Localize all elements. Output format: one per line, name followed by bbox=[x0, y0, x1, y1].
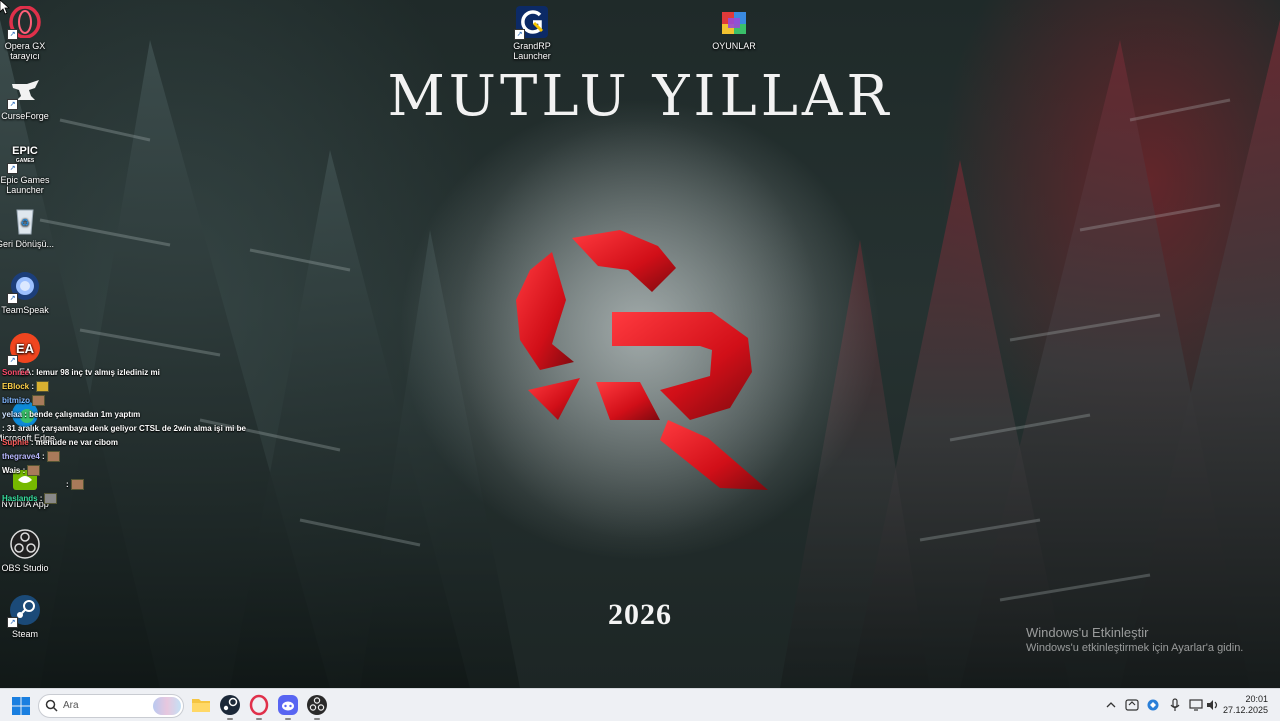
desktop-icon-label: Geri Dönüşü... bbox=[0, 239, 55, 249]
show-hidden-icons-chevron-icon[interactable] bbox=[1104, 698, 1118, 712]
chat-message: : 31 aralık çarşambaya denk geliyor CTSL… bbox=[2, 422, 322, 436]
desktop-icon-label: Epic Games Launcher bbox=[0, 175, 50, 195]
teamspeak-icon: ↗ bbox=[7, 270, 41, 304]
chat-user: thegrave4 bbox=[2, 452, 40, 461]
emote-icon bbox=[46, 451, 60, 463]
desktop-icon-oyunlar[interactable]: OYUNLAR bbox=[701, 6, 767, 51]
desktop-icon-obs[interactable]: OBS Studio bbox=[0, 528, 58, 573]
chat-message: thegrave4 : bbox=[2, 450, 322, 464]
chat-text: : bbox=[39, 452, 45, 461]
desktop-icon-label: CurseForge bbox=[1, 111, 49, 121]
svg-text:GAMES: GAMES bbox=[16, 158, 35, 164]
network-icon[interactable] bbox=[1189, 698, 1203, 712]
chat-user: Sonree bbox=[2, 368, 30, 377]
epic-games-icon: EPIC GAMES ↗ bbox=[7, 140, 41, 174]
chat-message: yelaa : bende çalışmadan 1m yaptım bbox=[2, 408, 322, 422]
recycle-bin-icon: ♻ bbox=[9, 204, 41, 236]
clock-time: 20:01 bbox=[1245, 694, 1268, 704]
activation-watermark: Windows'u Etkinleştir Windows'u etkinleş… bbox=[1026, 625, 1243, 654]
emote-icon bbox=[70, 479, 84, 491]
opera-gx-taskbar-button[interactable] bbox=[248, 694, 270, 720]
microphone-icon[interactable] bbox=[1168, 698, 1182, 712]
clock-date: 27.12.2025 bbox=[1222, 705, 1268, 715]
curseforge-icon: ↗ bbox=[7, 76, 41, 110]
chat-text: : menüde ne var cibom bbox=[28, 438, 119, 447]
activation-title: Windows'u Etkinleştir bbox=[1026, 625, 1149, 640]
obs-taskbar-button[interactable] bbox=[306, 694, 328, 720]
oyunlar-folder-icon bbox=[718, 6, 750, 38]
desktop-icon-epic-games[interactable]: EPIC GAMES ↗ Epic Games Launcher bbox=[0, 140, 58, 195]
opera-gx-icon: ↗ bbox=[7, 5, 41, 40]
file-explorer-icon[interactable] bbox=[190, 694, 212, 716]
steam-taskbar-icon bbox=[220, 695, 240, 715]
desktop-icon-recycle-bin[interactable]: ♻ Geri Dönüşü... bbox=[0, 204, 58, 249]
emote-icon bbox=[27, 465, 41, 477]
vpn-cloud-icon[interactable] bbox=[1146, 698, 1160, 712]
emote-icon bbox=[36, 381, 50, 393]
chat-text: : lemur 98 inç tv almış izlediniz mi bbox=[29, 368, 160, 377]
chat-user: bitmizo bbox=[2, 396, 30, 405]
chat-user: Suphie bbox=[2, 438, 29, 447]
desktop-icon-steam[interactable]: ↗ Steam bbox=[0, 594, 58, 639]
chat-message: Wais : bbox=[2, 464, 322, 478]
desktop-icon-label: Opera GX tarayıcı bbox=[4, 41, 46, 61]
chat-user: yelaa bbox=[2, 410, 23, 419]
discord-icon bbox=[278, 695, 298, 715]
chat-message: : bbox=[2, 478, 322, 492]
chat-user: Haslands bbox=[2, 494, 38, 503]
chat-text: : bbox=[20, 466, 26, 475]
chat-user: Wais bbox=[2, 466, 21, 475]
svg-text:EA: EA bbox=[16, 341, 35, 356]
taskbar-clock[interactable]: 20:01 27.12.2025 bbox=[1223, 694, 1268, 716]
wallpaper-title: MUTLU YILLAR bbox=[387, 64, 893, 129]
chat-text: : bbox=[29, 382, 35, 391]
chat-message: EBlock : bbox=[2, 380, 322, 394]
grandrp-launcher-icon: ↗ bbox=[514, 6, 548, 40]
search-placeholder: Ara bbox=[63, 700, 79, 711]
obs-taskbar-icon bbox=[307, 695, 327, 715]
stream-chat-overlay: Sonree : lemur 98 inç tv almış izlediniz… bbox=[2, 366, 322, 506]
desktop-icon-label: OYUNLAR bbox=[712, 41, 756, 51]
svg-text:EPIC: EPIC bbox=[12, 145, 38, 157]
activation-subtitle: Windows'u etkinleştirmek için Ayarlar'a … bbox=[1026, 642, 1244, 654]
search-highlight-icon bbox=[153, 697, 181, 715]
desktop-icon-teamspeak[interactable]: ↗ TeamSpeak bbox=[0, 270, 58, 315]
desktop-icon-label: Steam bbox=[11, 629, 38, 639]
chat-message: Haslands : bbox=[2, 492, 322, 506]
chat-text: : 31 aralık çarşambaya denk geliyor CTSL… bbox=[2, 424, 246, 433]
chat-message: bitmizo bbox=[2, 394, 322, 408]
ea-icon: EA ↗ bbox=[7, 332, 41, 366]
emote-icon bbox=[44, 493, 58, 505]
opera-gx-taskbar-icon bbox=[249, 694, 269, 716]
desktop-icon-curseforge[interactable]: ↗ CurseForge bbox=[0, 76, 58, 121]
discord-taskbar-button[interactable] bbox=[277, 694, 299, 720]
search-icon bbox=[45, 699, 58, 712]
steam-icon: ↗ bbox=[7, 594, 41, 628]
chat-text: : bende çalışmadan 1m yaptım bbox=[22, 410, 141, 419]
steam-taskbar-button[interactable] bbox=[219, 694, 241, 720]
windows-start-icon[interactable] bbox=[12, 697, 30, 715]
svg-text:♻: ♻ bbox=[21, 218, 30, 229]
obs-icon bbox=[9, 528, 41, 560]
desktop-icon-label: OBS Studio bbox=[1, 563, 49, 573]
emote-icon bbox=[32, 395, 45, 407]
sync-icon[interactable] bbox=[1125, 698, 1139, 712]
chat-message: Sonree : lemur 98 inç tv almış izlediniz… bbox=[2, 366, 322, 380]
desktop-icon-label: TeamSpeak bbox=[1, 305, 49, 315]
chat-text: : bbox=[66, 480, 69, 489]
taskbar: Ara 20:01 27.12.2025 bbox=[0, 688, 1280, 721]
desktop-icon-opera-gx[interactable]: ↗ Opera GX tarayıcı bbox=[0, 5, 58, 61]
chat-user: EBlock bbox=[2, 382, 30, 391]
volume-icon[interactable] bbox=[1206, 698, 1220, 712]
desktop-icon-grandrp-launcher[interactable]: ↗ GrandRP Launcher bbox=[499, 6, 565, 61]
chat-text: : bbox=[37, 494, 43, 503]
desktop-icon-label: GrandRP Launcher bbox=[513, 41, 551, 61]
desktop-wallpaper: MUTLU YILLAR 2026 Windows'u Etkinleştir … bbox=[0, 0, 1280, 688]
chat-message: Suphie : menüde ne var cibom bbox=[2, 436, 322, 450]
taskbar-search-box[interactable]: Ara bbox=[38, 694, 184, 718]
